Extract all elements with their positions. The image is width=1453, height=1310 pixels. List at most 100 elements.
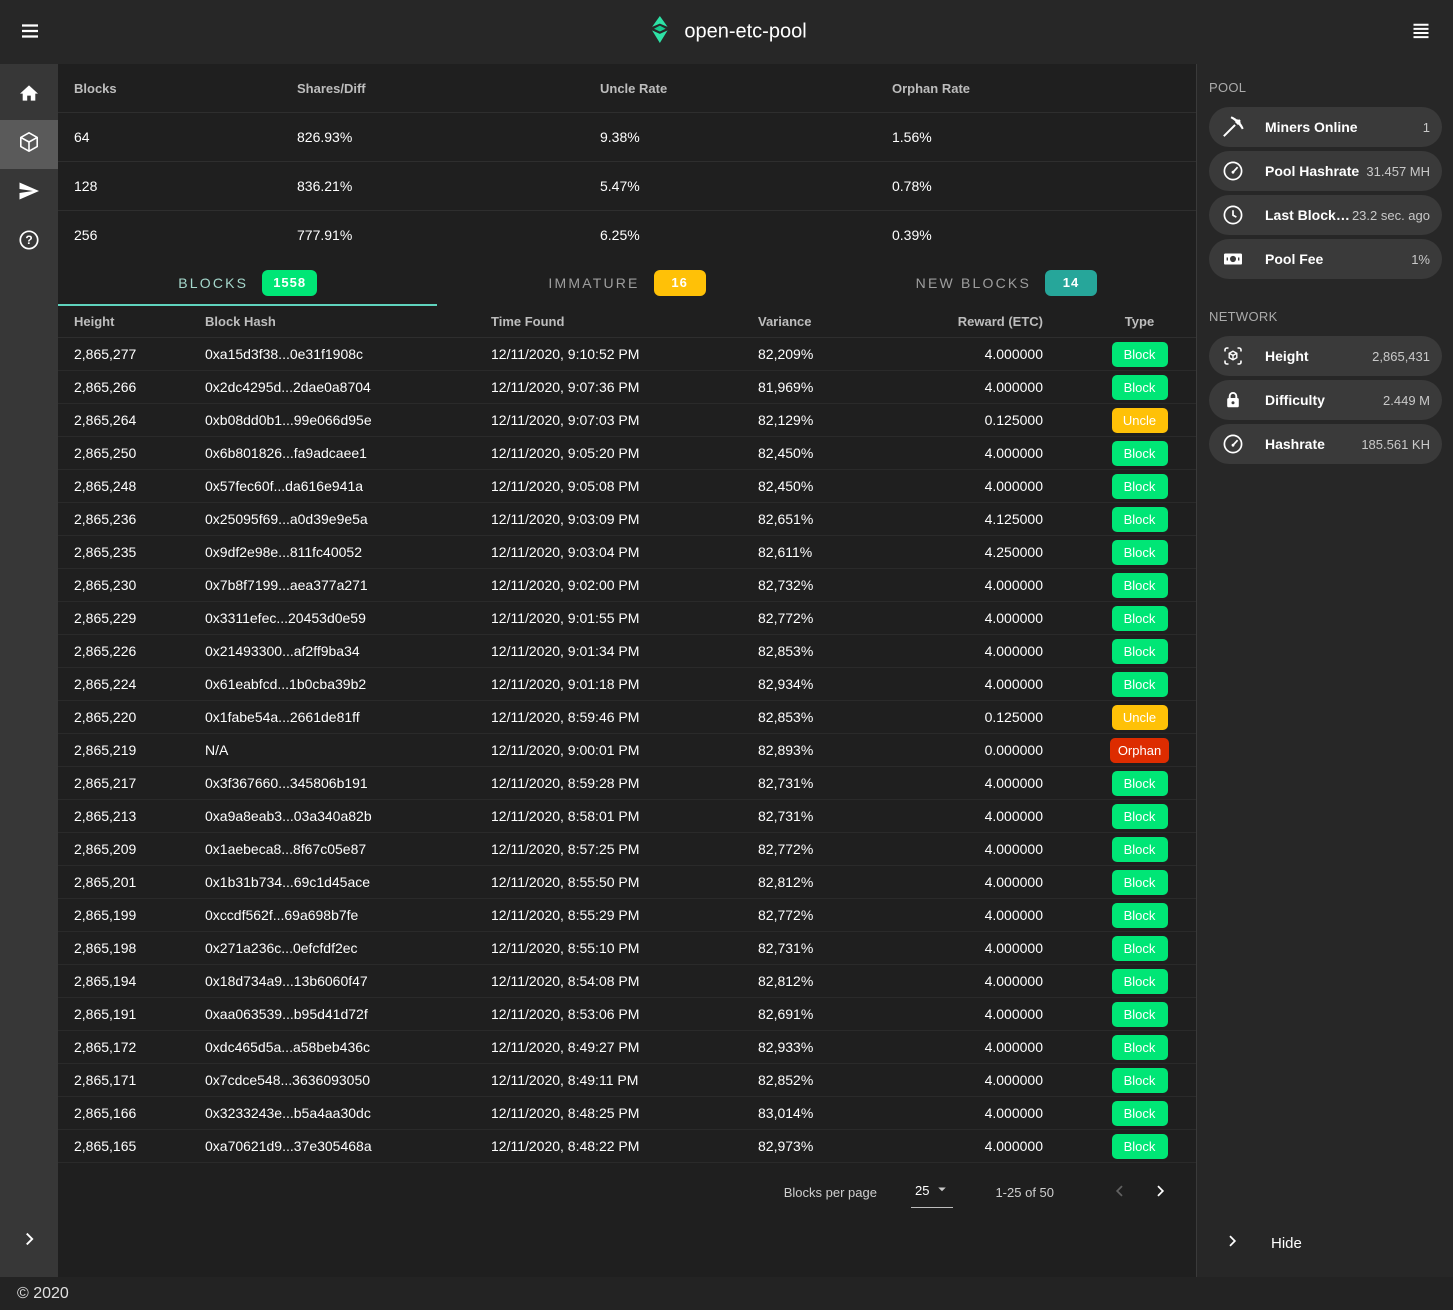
col-block-hash: Block Hash [205,314,491,329]
block-height: 2,865,248 [74,478,205,494]
block-reward: 4.000000 [953,1006,1083,1022]
tab-blocks[interactable]: BLOCKS 1558 [58,259,437,306]
rail-expand-button[interactable] [0,1217,58,1265]
block-time: 12/11/2020, 9:07:36 PM [491,379,758,395]
block-height: 2,865,235 [74,544,205,560]
menu-lines-icon [1409,19,1433,46]
block-height: 2,865,224 [74,676,205,692]
block-height: 2,865,199 [74,907,205,923]
blocks-tabs: BLOCKS 1558 IMMATURE 16 NEW BLOCKS 14 [58,259,1196,306]
page-title: open-etc-pool [684,21,806,44]
table-row: 2,865,235 0x9df2e98e...811fc40052 12/11/… [58,536,1196,569]
block-variance: 82,129% [758,412,953,428]
block-height: 2,865,213 [74,808,205,824]
block-reward: 4.000000 [953,874,1083,890]
block-reward: 4.000000 [953,1039,1083,1055]
block-type-badge: Block [1112,837,1168,862]
block-time: 12/11/2020, 8:55:50 PM [491,874,758,890]
tab-immature[interactable]: IMMATURE 16 [437,259,816,306]
hide-panel-button[interactable]: Hide [1197,1219,1453,1267]
block-height: 2,865,194 [74,973,205,989]
table-row: 2,865,226 0x21493300...af2ff9ba34 12/11/… [58,635,1196,668]
nav-drawer-toggle-button[interactable] [6,8,54,56]
block-variance: 82,651% [758,511,953,527]
stat-miners-online: Miners Online 1 [1209,107,1442,147]
send-icon [17,179,41,208]
block-variance: 83,014% [758,1105,953,1121]
col-uncle-rate: Uncle Rate [600,81,892,96]
luck-orphan-rate: 0.78% [892,178,1196,194]
stat-pool-fee: Pool Fee 1% [1209,239,1442,279]
next-page-button[interactable] [1140,1172,1180,1212]
block-hash: 0x1aebeca8...8f67c05e87 [205,841,491,857]
body-row: ? Blocks Shares/Diff Uncle Rate Orphan R… [0,64,1453,1277]
svg-text:?: ? [25,233,32,247]
luck-shares-diff: 836.21% [297,178,600,194]
block-height: 2,865,217 [74,775,205,791]
luck-table-body: 64 826.93% 9.38% 1.56% 128 836.21% 5.47%… [58,113,1196,259]
block-height: 2,865,198 [74,940,205,956]
block-type-badge: Block [1112,342,1168,367]
block-variance: 82,812% [758,973,953,989]
block-hash: 0xa15d3f38...0e31f1908c [205,346,491,362]
block-reward: 4.000000 [953,478,1083,494]
block-variance: 82,732% [758,577,953,593]
per-page-select[interactable]: 25 [911,1176,953,1208]
main-content: Blocks Shares/Diff Uncle Rate Orphan Rat… [58,64,1196,1277]
prev-page-button[interactable] [1100,1172,1140,1212]
block-reward: 4.000000 [953,1072,1083,1088]
table-row: 2,865,264 0xb08dd0b1...99e066d95e 12/11/… [58,404,1196,437]
chevron-left-icon [1111,1182,1129,1203]
table-row: 2,865,209 0x1aebeca8...8f67c05e87 12/11/… [58,833,1196,866]
stats-side-panel: POOL Miners Online 1 Pool Hashrate 31 [1196,64,1453,1277]
table-row: 2,865,266 0x2dc4295d...2dae0a8704 12/11/… [58,371,1196,404]
block-reward: 4.000000 [953,808,1083,824]
block-height: 2,865,191 [74,1006,205,1022]
block-type-badge: Block [1112,1134,1168,1159]
block-hash: 0xccdf562f...69a698b7fe [205,907,491,923]
table-row: 2,865,230 0x7b8f7199...aea377a271 12/11/… [58,569,1196,602]
block-time: 12/11/2020, 9:00:01 PM [491,742,758,758]
tab-new-blocks[interactable]: NEW BLOCKS 14 [817,259,1196,306]
blocks-table-header: Height Block Hash Time Found Variance Re… [58,306,1196,338]
chevron-right-icon [1151,1182,1169,1203]
table-row: 2,865,229 0x3311efec...20453d0e59 12/11/… [58,602,1196,635]
block-variance: 82,852% [758,1072,953,1088]
luck-orphan-rate: 1.56% [892,129,1196,145]
block-hash: 0x57fec60f...da616e941a [205,478,491,494]
block-height: 2,865,277 [74,346,205,362]
table-row: 2,865,199 0xccdf562f...69a698b7fe 12/11/… [58,899,1196,932]
block-reward: 4.000000 [953,346,1083,362]
block-reward: 4.000000 [953,643,1083,659]
right-menu-button[interactable] [1397,8,1445,56]
luck-blocks: 128 [74,178,297,194]
block-hash: 0xb08dd0b1...99e066d95e [205,412,491,428]
nav-item-home[interactable] [0,71,58,120]
chevron-right-icon [1223,1232,1241,1254]
block-reward: 4.000000 [953,445,1083,461]
block-variance: 82,691% [758,1006,953,1022]
block-time: 12/11/2020, 8:49:11 PM [491,1072,758,1088]
block-type-badge: Block [1112,1035,1168,1060]
stat-value: 1% [1411,252,1430,267]
block-reward: 4.000000 [953,577,1083,593]
block-variance: 82,772% [758,907,953,923]
block-type-badge: Block [1112,903,1168,928]
col-type: Type [1083,314,1196,329]
block-hash: 0xa9a8eab3...03a340a82b [205,808,491,824]
nav-item-help[interactable]: ? [0,218,58,267]
nav-item-payments[interactable] [0,169,58,218]
block-time: 12/11/2020, 9:02:00 PM [491,577,758,593]
block-variance: 82,611% [758,544,953,560]
col-orphan-rate: Orphan Rate [892,81,1196,96]
top-bar: open-etc-pool [0,0,1453,64]
luck-table-row: 256 777.91% 6.25% 0.39% [58,211,1196,259]
hide-label: Hide [1271,1235,1302,1252]
block-type-badge: Uncle [1112,705,1168,730]
nav-item-blocks[interactable] [0,120,58,169]
block-time: 12/11/2020, 9:01:55 PM [491,610,758,626]
block-time: 12/11/2020, 8:57:25 PM [491,841,758,857]
block-height: 2,865,226 [74,643,205,659]
block-hash: 0x1b31b734...69c1d45ace [205,874,491,890]
luck-table-row: 64 826.93% 9.38% 1.56% [58,113,1196,162]
